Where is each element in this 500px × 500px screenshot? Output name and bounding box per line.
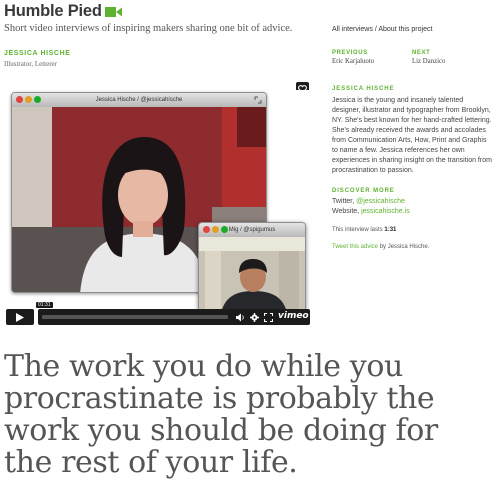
duration-value: 1:31	[384, 227, 397, 233]
volume-icon[interactable]	[236, 313, 245, 322]
zoom-dot-icon	[34, 96, 41, 103]
tweet-line: Tweet this advice by Jessica Hische.	[332, 244, 492, 250]
discover-heading: DISCOVER MORE	[332, 188, 395, 194]
twitter-line: Twitter, @jessicahische	[332, 197, 492, 207]
previous-nav[interactable]: PREVIOUS Eric Karjaluoto	[332, 50, 374, 65]
minimize-dot-icon	[212, 226, 219, 233]
sidebar: JESSICA HISCHE Jessica is the young and …	[332, 86, 492, 250]
top-nav: All interviews / About this project	[332, 26, 432, 33]
twitter-label: Twitter,	[332, 198, 357, 205]
all-interviews-link[interactable]: All interviews	[332, 26, 373, 33]
video-camera-icon	[104, 6, 122, 17]
video-frame-interviewer	[199, 237, 305, 311]
twitter-link[interactable]: @jessicahische	[356, 198, 405, 205]
next-nav[interactable]: NEXT Liz Danzico	[412, 50, 445, 65]
window-titlebar: Jessica Hische / @jessicahische	[12, 93, 266, 107]
bio-text: Jessica is the young and insanely talent…	[332, 97, 492, 174]
site-logo[interactable]: Humble Pied	[4, 2, 123, 21]
tweet-suffix: by Jessica Hische.	[378, 244, 430, 250]
duration-line: This interview lasts 1:31	[332, 227, 492, 233]
site-title[interactable]: Humble Pied	[4, 2, 102, 21]
previous-name[interactable]: Eric Karjaluoto	[332, 58, 374, 65]
window1-title: Jessica Hische / @jessicahische	[95, 97, 183, 103]
zoom-dot-icon	[221, 226, 228, 233]
nav-separator: /	[374, 26, 377, 33]
close-dot-icon	[16, 96, 23, 103]
traffic-lights	[16, 96, 41, 103]
settings-gear-icon[interactable]	[250, 313, 259, 322]
tweet-link[interactable]: Tweet this advice	[332, 244, 378, 250]
traffic-lights-2	[203, 226, 228, 233]
sidebar-name-heading: JESSICA HISCHE	[332, 86, 395, 92]
window2-titlebar: Mig / @spigumus	[199, 223, 305, 237]
next-label: NEXT	[412, 50, 431, 56]
fullscreen-arrows-icon	[254, 96, 262, 104]
time-tooltip: 01:31	[36, 302, 53, 308]
close-dot-icon	[203, 226, 210, 233]
play-button[interactable]	[6, 309, 34, 325]
fullscreen-icon[interactable]	[264, 313, 273, 322]
about-link[interactable]: About this project	[378, 26, 432, 33]
site-tagline: Short video interviews of inspiring make…	[4, 23, 293, 34]
website-line: Website, jessicahische.is	[332, 207, 492, 217]
previous-label: PREVIOUS	[332, 50, 368, 56]
control-bar: vimeo	[38, 309, 310, 325]
window2-title: Mig / @spigumus	[228, 227, 276, 233]
website-link[interactable]: jessicahische.is	[361, 208, 410, 215]
person-name: JESSICA HISCHE	[4, 50, 71, 57]
video-window-interviewer: Mig / @spigumus	[198, 222, 306, 312]
person-role: Illustrator, Letterer	[4, 60, 57, 68]
website-label: Website,	[332, 208, 362, 215]
vimeo-logo[interactable]: vimeo	[278, 311, 309, 321]
duration-prefix: This interview lasts	[332, 227, 385, 233]
progress-track[interactable]	[42, 315, 228, 319]
play-icon	[16, 312, 24, 322]
next-name[interactable]: Liz Danzico	[412, 58, 445, 65]
minimize-dot-icon	[25, 96, 32, 103]
advice-quote: The work you do while you procrastinate …	[4, 349, 438, 480]
